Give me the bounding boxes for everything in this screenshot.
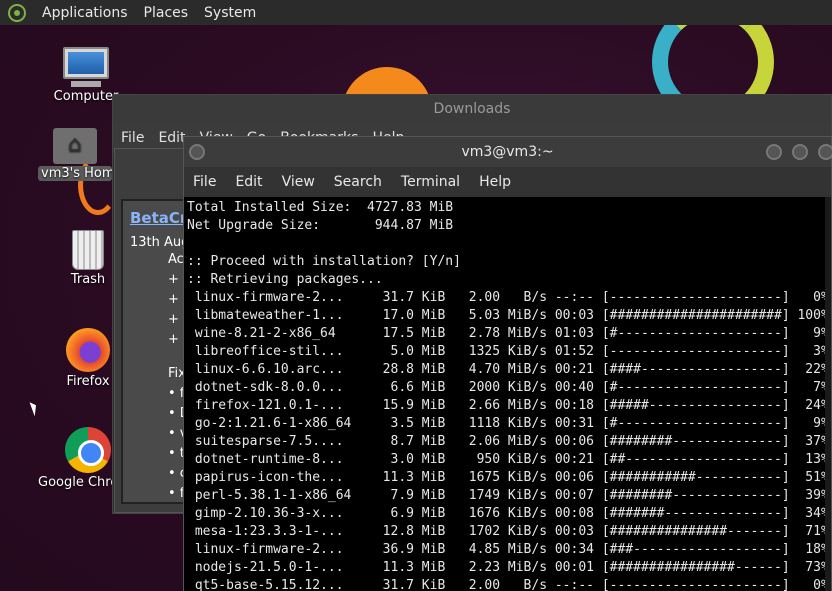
article-line: + I [168, 332, 187, 347]
terminal-window[interactable]: vm3@vm3:~ File Edit View Search Terminal… [183, 136, 832, 591]
menu-help[interactable]: Help [479, 174, 511, 190]
package-download-row: nodejs-21.5.0-1-... 11.3 MiB 2.23 MiB/s … [187, 560, 829, 575]
minimize-icon[interactable] [766, 144, 782, 160]
menu-applications[interactable]: Applications [34, 5, 136, 21]
distro-logo-icon[interactable] [8, 3, 26, 22]
menu-terminal[interactable]: Terminal [401, 174, 460, 190]
menu-file[interactable]: File [193, 174, 216, 190]
menu-edit[interactable]: Edit [158, 130, 185, 146]
terminal-menubar: File Edit View Search Terminal Help [184, 167, 831, 197]
package-download-row: dotnet-runtime-8... 3.0 MiB 950 KiB/s 00… [187, 452, 829, 467]
package-download-row: libreoffice-stil... 5.0 MiB 1325 KiB/s 0… [187, 344, 829, 359]
menu-places[interactable]: Places [136, 5, 197, 21]
package-download-row: perl-5.38.1-1-x86_64 7.9 MiB 1749 KiB/s … [187, 488, 829, 503]
article-line: • fi [168, 486, 188, 501]
trash-icon [72, 230, 104, 270]
package-download-row: gimp-2.10.36-3-x... 6.9 MiB 1676 KiB/s 0… [187, 506, 829, 521]
package-download-row: linux-firmware-2... 36.9 MiB 4.85 MiB/s … [187, 542, 829, 557]
menu-view[interactable]: View [282, 174, 315, 190]
package-download-row: papirus-icon-the... 11.3 MiB 1675 KiB/s … [187, 470, 829, 485]
browser-window[interactable]: BetaCrew 13th August Ac + C + C + I + I … [114, 148, 194, 513]
article-line [130, 350, 189, 364]
package-download-row: wine-8.21-2-x86_64 17.5 MiB 2.78 MiB/s 0… [187, 326, 829, 341]
article-line: Ac [168, 252, 184, 267]
terminal-line: Total Installed Size: 4727.83 MiB [187, 200, 454, 215]
article-line: Fix [168, 366, 186, 381]
package-download-row: libmateweather-1... 17.0 MiB 5.03 MiB/s … [187, 308, 829, 323]
terminal-titlebar[interactable]: vm3@vm3:~ [184, 137, 832, 167]
window-menu-icon[interactable] [189, 144, 205, 160]
article-line: + I [168, 312, 187, 327]
terminal-output[interactable]: Total Installed Size: 4727.83 MiB Net Upg… [184, 197, 831, 591]
article-line: + C [168, 292, 191, 307]
top-panel: Applications Places System [0, 0, 832, 25]
article-line: • th [168, 446, 191, 461]
terminal-scrollbar[interactable] [825, 197, 831, 591]
browser-content: BetaCrew 13th August Ac + C + C + I + I … [121, 199, 191, 504]
chrome-icon [65, 427, 111, 473]
package-download-row: linux-6.6.10.arc... 28.8 MiB 4.70 MiB/s … [187, 362, 829, 377]
home-folder-icon [53, 128, 97, 164]
article-line: • v [168, 426, 188, 441]
menu-system[interactable]: System [196, 5, 264, 21]
menu-file[interactable]: File [121, 130, 144, 146]
terminal-line: :: Proceed with installation? [Y/n] [187, 254, 461, 269]
package-download-row: firefox-121.0.1-... 15.9 MiB 2.66 MiB/s … [187, 398, 829, 413]
package-download-row: qt5-base-5.15.12... 31.7 KiB 2.00 B/s --… [187, 578, 829, 591]
window-title: Downloads [113, 95, 831, 123]
desktop-icon-home[interactable]: vm3's Home [38, 128, 112, 181]
article-line: • fi [168, 386, 188, 401]
menu-edit[interactable]: Edit [235, 174, 262, 190]
desktop-icon-label: vm3's Home [38, 166, 112, 181]
article-line: + C [168, 272, 191, 287]
computer-icon [63, 47, 109, 79]
package-download-row: go-2:1.21.6-1-x86_64 3.5 MiB 1118 KiB/s … [187, 416, 829, 431]
package-download-row: linux-firmware-2... 31.7 KiB 2.00 B/s --… [187, 290, 829, 305]
article-link[interactable]: BetaCrew [130, 209, 189, 227]
package-download-row: mesa-1:23.3.3-1-... 12.8 MiB 1702 KiB/s … [187, 524, 829, 539]
article-line: • D [168, 406, 190, 421]
firefox-icon [66, 328, 110, 372]
window-title: vm3@vm3:~ [461, 144, 554, 160]
terminal-line: Net Upgrade Size: 944.87 MiB [187, 218, 454, 233]
package-download-row: suitesparse-7.5.... 8.7 MiB 2.06 MiB/s 0… [187, 434, 829, 449]
menu-search[interactable]: Search [334, 174, 382, 190]
package-download-row: dotnet-sdk-8.0.0... 6.6 MiB 2000 KiB/s 0… [187, 380, 829, 395]
article-line: • c [168, 466, 187, 481]
article-date: 13th August [130, 235, 190, 250]
maximize-icon[interactable] [792, 144, 808, 160]
terminal-line: :: Retrieving packages... [187, 272, 383, 287]
close-icon[interactable] [818, 144, 832, 160]
